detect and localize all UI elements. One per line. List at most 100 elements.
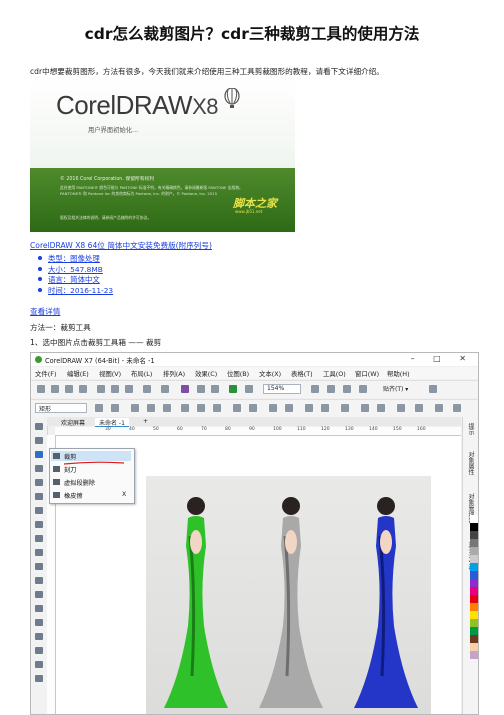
menu-bitmaps[interactable]: 位图(B) <box>227 369 249 378</box>
menu-layout[interactable]: 布局(L) <box>131 369 152 378</box>
ellipse-icon[interactable] <box>35 521 43 528</box>
full-screen-icon[interactable] <box>311 385 319 393</box>
cusp-icon[interactable] <box>233 404 241 412</box>
welcome-icon[interactable] <box>245 385 253 393</box>
options-icon[interactable] <box>429 385 437 393</box>
select-all-nodes-icon[interactable] <box>415 404 423 412</box>
view-details-link[interactable]: 查看详情 <box>30 306 60 317</box>
palette-swatch[interactable] <box>470 571 478 579</box>
palette-swatch[interactable] <box>470 619 478 627</box>
reflect-h-icon[interactable] <box>361 404 369 412</box>
tab-welcome-screen[interactable]: 欢迎屏幕 <box>57 418 89 427</box>
rectangle-icon[interactable] <box>35 507 43 514</box>
palette-swatch[interactable] <box>470 547 478 555</box>
palette-swatch[interactable] <box>470 579 478 587</box>
menu-file[interactable]: 文件(F) <box>35 369 56 378</box>
new-icon[interactable] <box>37 385 45 393</box>
palette-swatch[interactable] <box>470 603 478 611</box>
transparency-icon[interactable] <box>35 605 43 612</box>
docker-hints[interactable]: 提示 <box>466 423 475 435</box>
palette-swatch[interactable] <box>470 563 478 571</box>
save-icon[interactable] <box>65 385 73 393</box>
line-icon[interactable] <box>197 404 205 412</box>
smooth-icon[interactable] <box>213 404 221 412</box>
palette-swatch[interactable] <box>470 595 478 603</box>
node-3-icon[interactable] <box>163 404 171 412</box>
menu-text[interactable]: 文本(X) <box>259 369 281 378</box>
menu-edit[interactable]: 编辑(E) <box>67 369 89 378</box>
rectangle-tool-icon[interactable] <box>95 404 103 412</box>
artistic-media-icon[interactable] <box>35 493 43 500</box>
add-icon[interactable] <box>453 404 461 412</box>
undo-icon[interactable] <box>143 385 151 393</box>
palette-swatch[interactable] <box>470 627 478 635</box>
cut-icon[interactable] <box>97 385 105 393</box>
flyout-crop[interactable]: 裁剪 <box>64 452 76 461</box>
open-icon[interactable] <box>51 385 59 393</box>
freehand-tool-icon[interactable] <box>35 479 43 486</box>
shape-select[interactable]: 矩形 <box>35 403 87 413</box>
paste-icon[interactable] <box>125 385 133 393</box>
text-tool-icon[interactable] <box>35 549 43 556</box>
menu-tools[interactable]: 工具(O) <box>323 369 346 378</box>
stretch-icon[interactable] <box>305 404 313 412</box>
connector-icon[interactable] <box>35 577 43 584</box>
flyout-virtual-segment-delete[interactable]: 虚拟段删除 <box>64 478 95 487</box>
elastic-icon[interactable] <box>397 404 405 412</box>
menu-arrange[interactable]: 排列(A) <box>163 369 185 378</box>
window-controls[interactable]: – □ ✕ <box>411 354 474 363</box>
palette-swatch[interactable] <box>470 611 478 619</box>
menu-help[interactable]: 帮助(H) <box>387 369 410 378</box>
interactive-fill-icon[interactable] <box>35 633 43 640</box>
palette-swatch[interactable] <box>470 531 478 539</box>
grid-icon[interactable] <box>343 385 351 393</box>
node-2-icon[interactable] <box>147 404 155 412</box>
palette-swatch[interactable] <box>470 523 478 531</box>
freehand-select-icon[interactable] <box>111 404 119 412</box>
reflect-v-icon[interactable] <box>377 404 385 412</box>
copy-icon[interactable] <box>111 385 119 393</box>
flyout-eraser[interactable]: 橡皮擦 <box>64 491 83 500</box>
reverse-icon[interactable] <box>269 404 277 412</box>
palette-swatch[interactable] <box>470 643 478 651</box>
node-icon[interactable] <box>131 404 139 412</box>
parallel-dimension-icon[interactable] <box>35 563 43 570</box>
pick-tool-icon[interactable] <box>35 423 43 430</box>
three-dresses-photo[interactable] <box>146 476 431 714</box>
guidelines-icon[interactable] <box>359 385 367 393</box>
search-content-icon[interactable] <box>181 385 189 393</box>
menu-effects[interactable]: 效果(C) <box>195 369 217 378</box>
detail-size[interactable]: 大小：547.8MB <box>38 264 113 275</box>
palette-swatch[interactable] <box>470 515 478 523</box>
menu-table[interactable]: 表格(T) <box>291 369 313 378</box>
smart-fill-icon[interactable] <box>35 647 43 654</box>
rulers-icon[interactable] <box>327 385 335 393</box>
extract-icon[interactable] <box>285 404 293 412</box>
symmetric-icon[interactable] <box>249 404 257 412</box>
flyout-knife[interactable]: 刻刀 <box>64 465 76 474</box>
palette-swatch[interactable] <box>470 555 478 563</box>
crop-tool-icon[interactable] <box>35 451 43 458</box>
detail-language[interactable]: 语言：简体中文 <box>38 274 113 285</box>
outline-pen-icon[interactable] <box>35 661 43 668</box>
reduce-nodes-icon[interactable] <box>435 404 443 412</box>
palette-swatch[interactable] <box>470 651 478 659</box>
app-launcher-icon[interactable] <box>229 385 237 393</box>
print-icon[interactable] <box>79 385 87 393</box>
curve-icon[interactable] <box>181 404 189 412</box>
drop-shadow-icon[interactable] <box>35 591 43 598</box>
import-icon[interactable] <box>197 385 205 393</box>
detail-date[interactable]: 时间：2016-11-23 <box>38 285 113 296</box>
detail-type[interactable]: 类型：图像处理 <box>38 253 113 264</box>
eyedropper-icon[interactable] <box>35 619 43 626</box>
redo-icon[interactable] <box>161 385 169 393</box>
palette-swatch[interactable] <box>470 635 478 643</box>
zoom-tool-icon[interactable] <box>35 465 43 472</box>
fill-color-icon[interactable] <box>35 675 43 682</box>
palette-swatch[interactable] <box>470 539 478 547</box>
palette-swatch[interactable] <box>470 587 478 595</box>
menu-view[interactable]: 视图(V) <box>99 369 121 378</box>
zoom-level-select[interactable]: 154% <box>263 384 301 394</box>
rotate-icon[interactable] <box>321 404 329 412</box>
docker-object-properties[interactable]: 对象属性 <box>466 451 475 475</box>
